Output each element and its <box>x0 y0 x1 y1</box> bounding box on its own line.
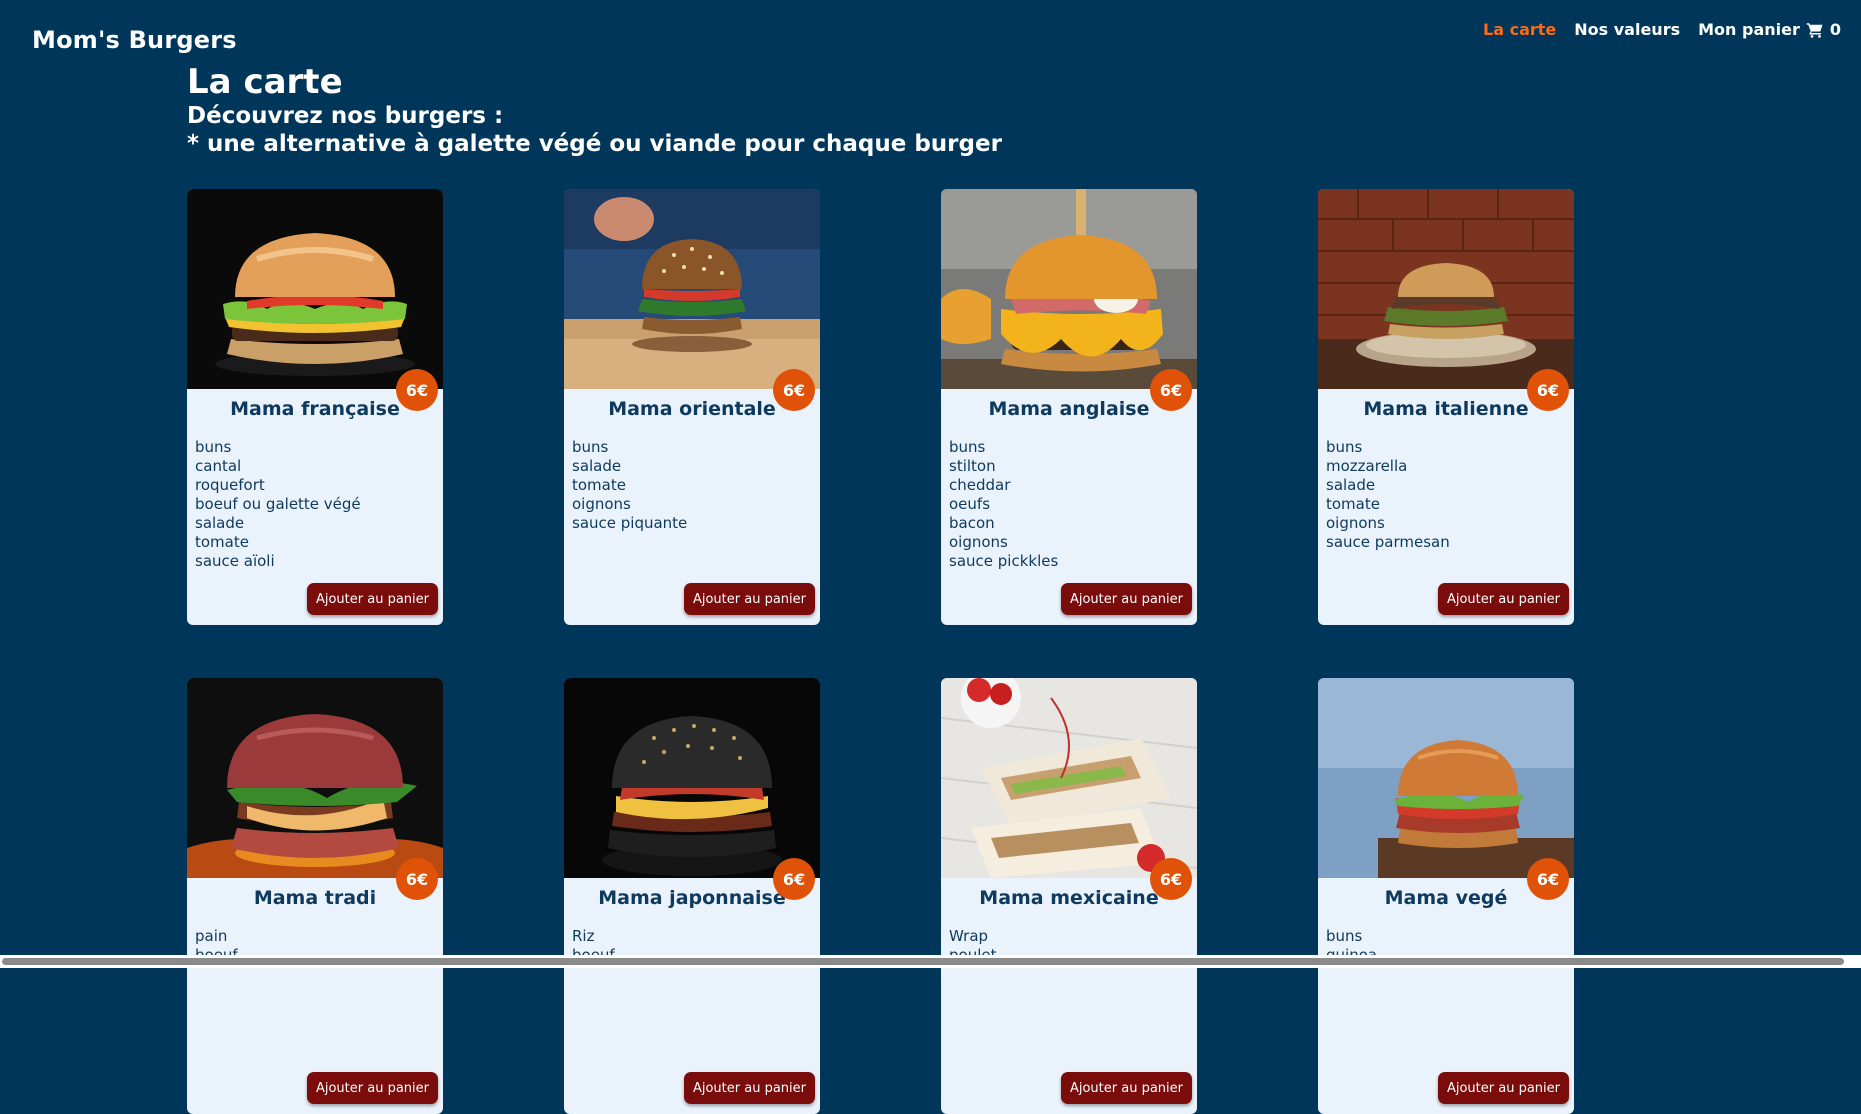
ingredient-item: salade <box>1326 476 1376 494</box>
add-to-cart-button[interactable]: Ajouter au panier <box>1060 1072 1192 1104</box>
ingredient-item: sauce pickkles <box>949 552 1059 570</box>
burger-image <box>564 189 820 389</box>
main-nav: La carte Nos valeurs Mon panier 0 <box>1483 20 1841 39</box>
nav-link-menu[interactable]: La carte <box>1483 20 1556 39</box>
add-to-cart-button[interactable]: Ajouter au panier <box>1437 583 1569 615</box>
burger-card: 6€ Mama japonnaise Rizboeuf Ajouter au p… <box>564 678 820 1114</box>
ingredient-item: tomate <box>195 533 249 551</box>
ingredient-item: oeufs <box>949 495 991 513</box>
burger-image <box>941 678 1197 878</box>
ingredient-item: cantal <box>195 457 242 475</box>
price-badge: 6€ <box>1527 369 1569 411</box>
burger-image <box>1318 189 1574 389</box>
ingredient-list: buns stilton cheddar oeufs bacon oignons sauce… <box>949 438 1197 571</box>
horizontal-scrollbar[interactable] <box>0 955 1861 968</box>
add-to-cart-button[interactable]: Ajouter au panier <box>306 1072 438 1104</box>
burger-image <box>187 678 443 878</box>
burger-card: 6€ Mama vegé bunsquinoa Ajouter au panie… <box>1318 678 1574 1114</box>
ingredient-item: buns <box>1326 438 1363 456</box>
brand-logo[interactable]: Mom's Burgers <box>32 26 237 54</box>
shopping-cart-icon <box>1806 21 1824 39</box>
ingredient-item: sauce piquante <box>572 514 688 532</box>
ingredient-item: roquefort <box>195 476 265 494</box>
burger-card: 6€ Mama anglaise buns stilton cheddar oeufs… <box>941 189 1197 625</box>
add-to-cart-button[interactable]: Ajouter au panier <box>1060 583 1192 615</box>
ingredient-item: mozzarella <box>1326 457 1408 475</box>
nav-link-values[interactable]: Nos valeurs <box>1574 20 1680 39</box>
burger-card: 6€ Mama orientale buns salade tomate oignon… <box>564 189 820 625</box>
ingredient-item: Riz <box>572 927 595 945</box>
scrollbar-thumb[interactable] <box>2 958 1844 965</box>
price-badge: 6€ <box>396 858 438 900</box>
page-title: La carte <box>187 62 343 102</box>
add-to-cart-button[interactable]: Ajouter au panier <box>683 1072 815 1104</box>
ingredient-item: tomate <box>1326 495 1380 513</box>
ingredient-item: buns <box>572 438 609 456</box>
ingredient-item: bacon <box>949 514 995 532</box>
ingredient-item: salade <box>572 457 622 475</box>
price-badge: 6€ <box>1150 858 1192 900</box>
cart-label: Mon panier <box>1698 20 1800 39</box>
ingredient-item: oignons <box>1326 514 1385 532</box>
ingredient-item: buns <box>195 438 232 456</box>
ingredient-item: oignons <box>572 495 631 513</box>
ingredient-item: oignons <box>949 533 1008 551</box>
ingredient-list: buns mozzarella salade tomate oignons sauce p… <box>1326 438 1574 552</box>
ingredient-item: stilton <box>949 457 996 475</box>
cart-count: 0 <box>1829 20 1841 39</box>
ingredient-item: cheddar <box>949 476 1011 494</box>
burger-image <box>187 189 443 389</box>
ingredient-item: sauce aïoli <box>195 552 275 570</box>
price-badge: 6€ <box>773 369 815 411</box>
ingredient-item: pain <box>195 927 228 945</box>
page-subtitle: Découvrez nos burgers : * une alternativ… <box>187 102 1002 158</box>
burger-card: 6€ Mama tradi painboeuf Ajouter au panie… <box>187 678 443 1114</box>
add-to-cart-button[interactable]: Ajouter au panier <box>1437 1072 1569 1104</box>
ingredient-list: buns cantal roquefort boeuf ou galette végé… <box>195 438 443 571</box>
subtitle-line-2: * une alternative à galette végé ou vian… <box>187 131 1002 157</box>
burger-image <box>564 678 820 878</box>
nav-link-cart[interactable]: Mon panier 0 <box>1698 20 1841 39</box>
add-to-cart-button[interactable]: Ajouter au panier <box>306 583 438 615</box>
price-badge: 6€ <box>396 369 438 411</box>
price-badge: 6€ <box>1150 369 1192 411</box>
burger-card: 6€ Mama italienne buns mozzarella salade to… <box>1318 189 1574 625</box>
ingredient-list: buns salade tomate oignons sauce piquante <box>572 438 820 533</box>
subtitle-line-1: Découvrez nos burgers : <box>187 103 504 129</box>
price-badge: 6€ <box>1527 858 1569 900</box>
ingredient-item: sauce parmesan <box>1326 533 1450 551</box>
burger-card: 6€ Mama française buns cantal roquefort boe… <box>187 189 443 625</box>
ingredient-item: Wrap <box>949 927 989 945</box>
burger-grid: 6€ Mama française buns cantal roquefort boe… <box>187 189 1577 1114</box>
price-badge: 6€ <box>773 858 815 900</box>
ingredient-item: boeuf ou galette végé <box>195 495 361 513</box>
ingredient-item: buns <box>1326 927 1363 945</box>
burger-image <box>1318 678 1574 878</box>
add-to-cart-button[interactable]: Ajouter au panier <box>683 583 815 615</box>
burger-image <box>941 189 1197 389</box>
ingredient-item: tomate <box>572 476 626 494</box>
ingredient-item: salade <box>195 514 245 532</box>
ingredient-item: buns <box>949 438 986 456</box>
burger-card: 6€ Mama mexicaine Wrappoulet Ajouter au … <box>941 678 1197 1114</box>
